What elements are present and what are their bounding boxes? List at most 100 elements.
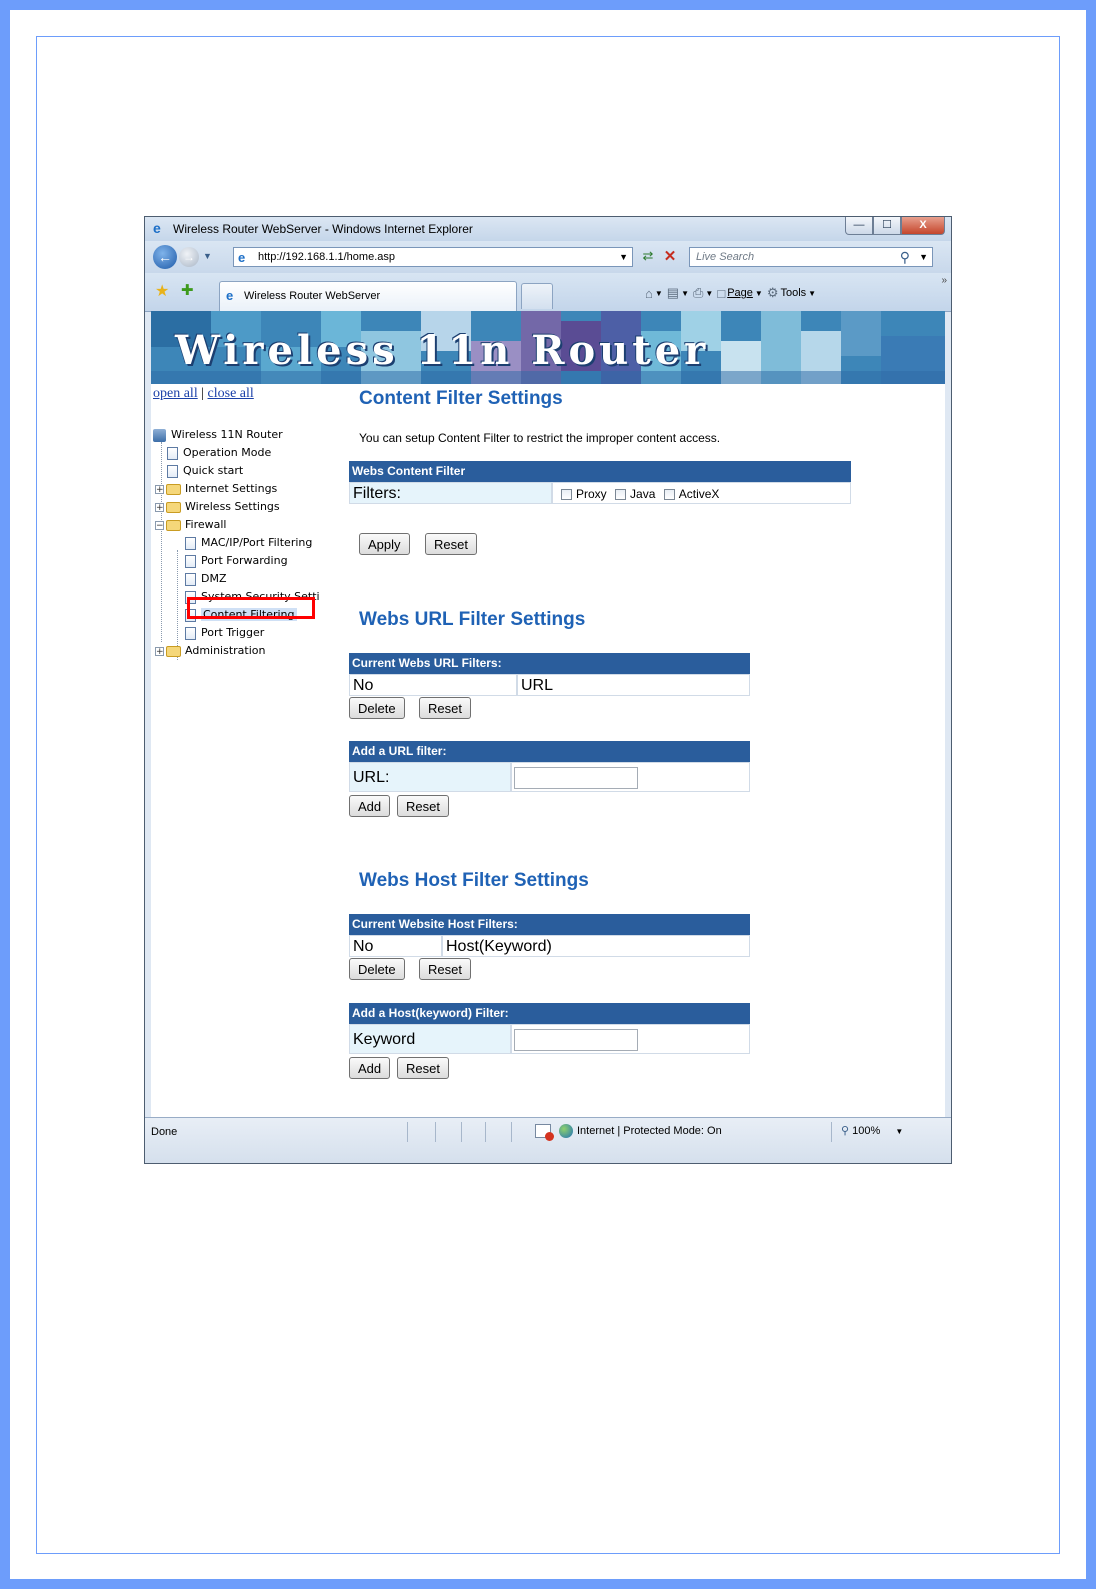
open-all-link[interactable]: open all [153, 386, 198, 401]
page-menu[interactable]: □ Page ▼ [717, 286, 762, 301]
folder-icon [166, 645, 181, 657]
sidebar-item-label: Firewall [185, 518, 227, 531]
table-header: Add a URL filter: [349, 741, 750, 762]
command-bar: ⌂ ▼ ▤ ▼ ⎙ ▼ □ Page ▼ ⚙ Tools ▼ [645, 283, 816, 303]
close-button[interactable]: X [901, 217, 945, 235]
activex-checkbox[interactable] [663, 489, 675, 501]
col-no: No [349, 935, 442, 957]
forward-button[interactable]: → [179, 247, 199, 267]
status-separator [485, 1122, 486, 1142]
host-add-reset-button[interactable]: Reset [397, 1057, 449, 1079]
address-bar-row: ← → ▼ e http://192.168.1.1/home.asp ▼ ⇄ … [145, 241, 951, 273]
zoom-control[interactable]: ⚲ 100% ▼ [841, 1124, 903, 1137]
tools-menu[interactable]: ⚙ Tools ▼ [767, 285, 816, 301]
sidebar-item-port-trigger[interactable]: Port Trigger [185, 624, 264, 642]
host-list-reset-button[interactable]: Reset [419, 958, 471, 980]
window-title: Wireless Router WebServer - Windows Inte… [173, 222, 473, 236]
home-button[interactable]: ⌂ ▼ [645, 286, 663, 301]
apply-button[interactable]: Apply [359, 533, 410, 555]
new-tab-button[interactable] [521, 283, 553, 309]
document-icon [185, 554, 196, 568]
address-input[interactable]: e http://192.168.1.1/home.asp ▼ [233, 247, 633, 267]
expand-icon[interactable]: + [155, 646, 164, 656]
tab-label: Wireless Router WebServer [244, 290, 381, 302]
tools-menu-label: Tools [780, 287, 807, 299]
sidebar-item-internet-settings[interactable]: + Internet Settings [155, 480, 277, 498]
refresh-icon[interactable]: ⇄ [639, 248, 657, 266]
url-dropdown-icon[interactable]: ▼ [619, 252, 628, 262]
ie-logo-icon: e [153, 220, 161, 236]
search-input[interactable]: Live Search ⚲ ▼ [689, 247, 933, 267]
window-controls: — ☐ X [845, 217, 945, 236]
back-button[interactable]: ← [153, 245, 177, 269]
sidebar-item-dmz[interactable]: DMZ [185, 570, 227, 588]
java-checkbox[interactable] [615, 489, 627, 501]
folder-open-icon [166, 519, 181, 531]
status-text: Done [151, 1126, 178, 1138]
feeds-button[interactable]: ▤ ▼ [667, 285, 689, 301]
expand-icon[interactable]: + [155, 484, 164, 494]
tree-guide-line [161, 442, 162, 642]
host-add-button[interactable]: Add [349, 1057, 391, 1079]
java-label: Java [630, 487, 656, 501]
sidebar-item-label: Internet Settings [185, 482, 278, 495]
folder-icon [166, 483, 181, 495]
zone-text: Internet | Protected Mode: On [577, 1125, 722, 1137]
zoom-dropdown-icon[interactable]: ▼ [895, 1127, 903, 1136]
search-dropdown-icon[interactable]: ▼ [919, 252, 928, 262]
minimize-button[interactable]: — [845, 217, 873, 235]
sidebar-item-label: Port Forwarding [201, 554, 288, 567]
folder-icon [166, 501, 181, 513]
page-viewport: Wireless 11n Router open all | close all… [151, 311, 945, 1117]
sidebar-item-wireless-settings[interactable]: + Wireless Settings [155, 498, 280, 516]
favorites-star-icon[interactable]: ★ [155, 281, 169, 301]
host-delete-button[interactable]: Delete [349, 958, 405, 980]
close-all-link[interactable]: close all [208, 386, 254, 401]
history-dropdown-icon[interactable]: ▼ [203, 251, 212, 261]
url-list-reset-button[interactable]: Reset [419, 697, 471, 719]
status-separator [461, 1122, 462, 1142]
router-icon [153, 428, 166, 442]
url-add-reset-button[interactable]: Reset [397, 795, 449, 817]
keyword-input[interactable] [514, 1029, 638, 1051]
sidebar-item-label: Port Trigger [201, 626, 265, 639]
content-filter-intro: You can setup Content Filter to restrict… [359, 431, 721, 445]
status-bar: Done Internet | Protected Mode: On ⚲ 100… [145, 1117, 951, 1163]
sidebar-item-port-forwarding[interactable]: Port Forwarding [185, 552, 288, 570]
sidebar-item-mac-ip-port-filtering[interactable]: MAC/IP/Port Filtering [185, 534, 312, 552]
document-icon [185, 536, 196, 550]
table-header: Webs Content Filter [349, 461, 851, 482]
url-input[interactable] [514, 767, 638, 789]
sidebar-item-firewall[interactable]: − Firewall [155, 516, 226, 534]
security-zone[interactable]: Internet | Protected Mode: On [535, 1124, 722, 1141]
tree-root[interactable]: Wireless 11N Router [153, 426, 283, 444]
table-header: Current Webs URL Filters: [349, 653, 750, 674]
zoom-icon: ⚲ [841, 1125, 850, 1137]
status-separator [831, 1122, 832, 1142]
stop-icon[interactable]: ✕ [661, 247, 679, 265]
keyword-label: Keyword [349, 1024, 511, 1054]
url-delete-button[interactable]: Delete [349, 697, 405, 719]
toolbar-overflow-icon[interactable]: » [941, 275, 947, 286]
status-separator [511, 1122, 512, 1142]
page-icon-small: □ [717, 285, 726, 301]
main-content: Content Filter Settings You can setup Co… [349, 384, 945, 1117]
sidebar-item-administration[interactable]: + Administration [155, 642, 266, 660]
expand-icon[interactable]: + [155, 502, 164, 512]
tab-active[interactable]: e Wireless Router WebServer [219, 281, 517, 311]
sidebar-item-operation-mode[interactable]: Operation Mode [167, 444, 271, 462]
content-filter-table: Webs Content Filter Filters: Proxy Java … [349, 461, 851, 504]
print-button[interactable]: ⎙ ▼ [693, 285, 713, 301]
sidebar-item-quick-start[interactable]: Quick start [167, 462, 243, 480]
maximize-button[interactable]: ☐ [873, 217, 901, 235]
collapse-icon[interactable]: − [155, 520, 164, 530]
open-close-links: open all | close all [153, 386, 254, 402]
proxy-checkbox[interactable] [561, 489, 572, 501]
search-icon[interactable]: ⚲ [900, 249, 910, 266]
zoom-level: 100% [852, 1125, 881, 1137]
add-favorites-icon[interactable]: ✚ [181, 281, 194, 299]
popup-blocked-icon[interactable] [535, 1124, 554, 1141]
url-text: http://192.168.1.1/home.asp [258, 251, 395, 263]
url-add-button[interactable]: Add [349, 795, 391, 817]
content-reset-button[interactable]: Reset [425, 533, 477, 555]
